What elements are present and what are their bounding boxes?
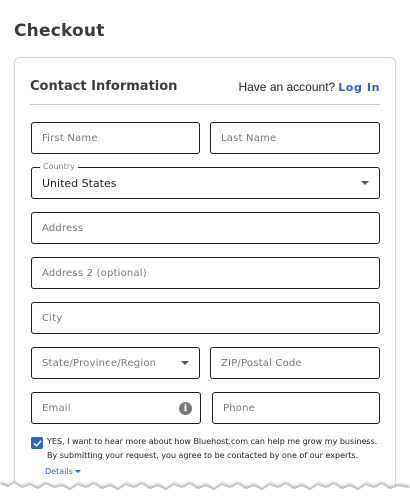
chevron-down-icon xyxy=(361,181,369,185)
city-field[interactable]: City xyxy=(31,302,380,334)
address2-placeholder: Address 2 (optional) xyxy=(42,267,147,279)
phone-placeholder: Phone xyxy=(223,402,255,414)
chevron-down-icon xyxy=(74,470,81,473)
login-link[interactable]: Log In xyxy=(338,81,380,94)
check-icon xyxy=(33,439,41,447)
last-name-placeholder: Last Name xyxy=(221,132,277,144)
email-field[interactable]: Email i xyxy=(31,392,201,424)
account-prompt: Have an account? Log In xyxy=(238,80,380,94)
country-value: United States xyxy=(42,176,117,190)
page-title: Checkout xyxy=(14,21,105,41)
info-icon[interactable]: i xyxy=(179,402,192,415)
consent-disclaimer: By submitting your request, you agree to… xyxy=(47,451,359,460)
first-name-placeholder: First Name xyxy=(42,132,98,144)
contact-section-header: Contact Information Have an account? Log … xyxy=(30,75,380,105)
zip-placeholder: ZIP/Postal Code xyxy=(221,357,302,369)
consent-text: YES, I want to hear more about how Blueh… xyxy=(47,437,378,446)
torn-paper-edge xyxy=(0,481,410,501)
consent-checkbox[interactable] xyxy=(31,437,43,449)
country-label: Country xyxy=(40,162,78,171)
first-name-field[interactable]: First Name xyxy=(31,122,200,154)
email-placeholder: Email xyxy=(42,402,71,414)
zip-field[interactable]: ZIP/Postal Code xyxy=(210,347,380,379)
address-placeholder: Address xyxy=(42,222,84,234)
section-title: Contact Information xyxy=(30,79,178,94)
state-placeholder: State/Province/Region xyxy=(42,357,157,369)
account-prompt-text: Have an account? xyxy=(238,80,336,94)
state-select[interactable]: State/Province/Region xyxy=(31,347,200,379)
last-name-field[interactable]: Last Name xyxy=(210,122,380,154)
chevron-down-icon xyxy=(181,361,189,365)
city-placeholder: City xyxy=(42,312,63,324)
country-select[interactable]: Country United States xyxy=(31,162,380,199)
phone-field[interactable]: Phone xyxy=(212,392,380,424)
address2-field[interactable]: Address 2 (optional) xyxy=(31,257,380,289)
address-field[interactable]: Address xyxy=(31,212,380,244)
